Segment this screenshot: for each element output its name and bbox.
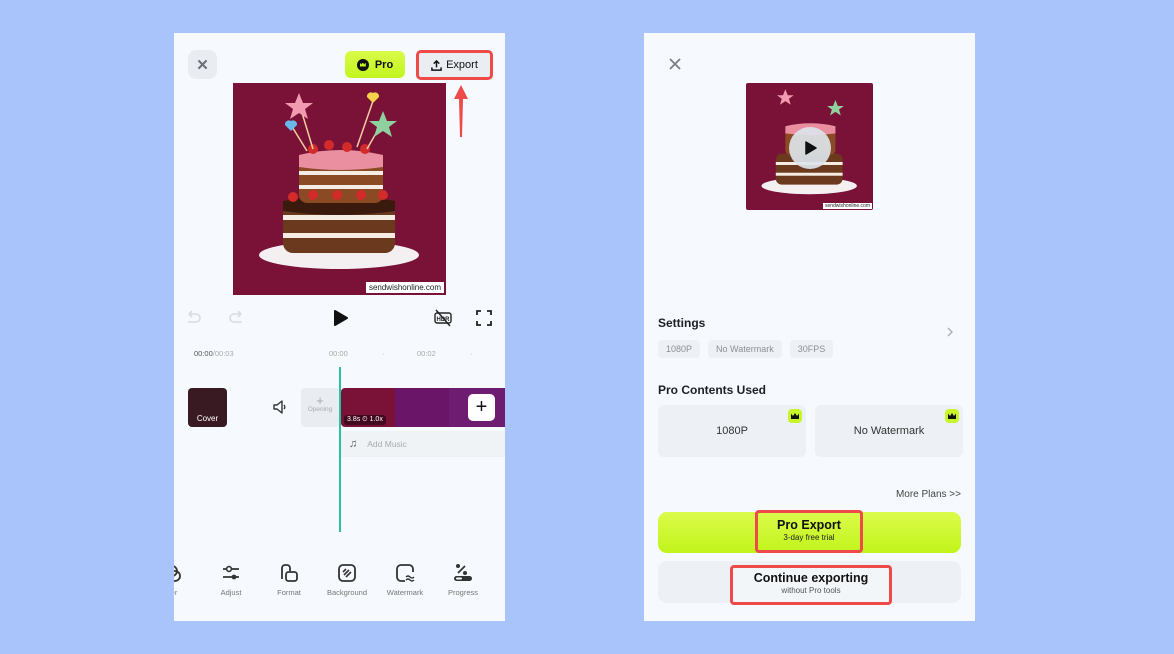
annotation-arrow-icon [454,85,468,137]
export-label: Export [446,59,478,71]
timeline-tick: 00:00 [329,349,348,358]
continue-subtitle: without Pro tools [781,586,841,595]
music-note-icon: ♫ [349,438,358,450]
pro-button[interactable]: Pro [345,51,405,78]
toolbar-item-format[interactable]: Format [259,563,319,597]
continue-title: Continue exporting [753,571,869,585]
pro-content-label: No Watermark [853,425,925,437]
play-button[interactable] [789,127,831,169]
fullscreen-icon[interactable] [475,309,493,327]
cover-label: Cover [196,414,219,423]
annotation-highlight: Continue exporting without Pro tools [730,565,892,605]
clip-duration: 3.8s [347,416,361,423]
plus-icon: + [475,396,488,418]
toolbar-label: Format [277,588,301,597]
crown-icon [945,409,959,423]
settings-chip-watermark[interactable]: No Watermark [708,340,782,358]
video-editor-panel: ✕ Pro Export sendwishonline.com HDR 00:0… [174,33,505,621]
clip-speed: 1.0x [369,416,383,423]
toolbar-label: Adjust [220,588,242,597]
close-button[interactable]: ✕ [188,50,217,79]
format-icon [281,564,298,582]
timeline-tick: · [382,349,385,358]
export-button[interactable]: Export [416,50,493,80]
plus-icon: + [316,393,324,408]
toolbar-item-progress[interactable]: Progress [433,563,493,597]
toolbar-item-filter[interactable]: er [174,563,204,597]
pro-label: Pro [374,58,394,71]
toolbar-label: Watermark [386,588,424,597]
add-music-label: Add Music [367,439,407,449]
toolbar-label: Background [326,588,368,597]
timecode: 00:00/00:03 [194,349,234,358]
pro-export-button[interactable]: Pro Export 3-day free trial [658,510,961,553]
volume-icon[interactable] [272,399,288,415]
undo-icon[interactable] [184,309,202,327]
add-opening-button[interactable]: + Opening [301,388,339,427]
timeline-tick: · [470,349,473,358]
sliders-icon [223,565,239,580]
pro-content-label: 1080P [716,425,748,437]
play-icon [805,141,817,155]
hdr-off-icon[interactable]: HDR [434,309,452,327]
export-options-panel: sendwishonline.com Settings 1080P No Wat… [644,33,975,621]
timeline-tick: 00:02 [417,349,436,358]
settings-chip-resolution[interactable]: 1080P [658,340,701,358]
toolbar-label: er [174,588,178,597]
settings-title: Settings [658,316,706,330]
play-icon[interactable] [331,309,349,327]
add-clip-button[interactable]: + [468,394,495,421]
filter-icon [174,565,181,582]
upload-icon [431,59,442,71]
progress-icon [454,564,472,581]
pro-content-card[interactable]: No Watermark [815,405,963,457]
pro-contents-list: 1080P No Watermark [658,405,963,457]
chevron-right-icon[interactable] [945,326,955,338]
opening-label: Opening [307,406,333,413]
pro-export-subtitle: 3-day free trial [783,533,835,542]
total-time: /00:03 [212,349,234,358]
settings-chips[interactable]: 1080P No Watermark 30FPS [658,340,834,358]
redo-icon[interactable] [228,309,246,327]
background-icon [338,564,356,582]
toolbar-item-background[interactable]: Background [317,563,377,597]
cover-button[interactable]: Cover [188,388,227,427]
video-preview[interactable]: sendwishonline.com [233,83,446,295]
clip-info-badge: 3.8s ⏲ 1.0x [344,415,386,425]
current-time: 00:00 [194,349,213,358]
toolbar-item-watermark[interactable]: Watermark [375,563,435,597]
crown-icon [788,409,802,423]
close-icon: ✕ [196,56,209,74]
preview-watermark: sendwishonline.com [365,282,444,293]
settings-chip-fps[interactable]: 30FPS [789,340,834,358]
pro-content-card[interactable]: 1080P [658,405,806,457]
watermark-icon [396,564,415,582]
toolbar-item-adjust[interactable]: Adjust [201,563,261,597]
video-thumbnail[interactable]: sendwishonline.com [746,83,873,210]
pro-export-title: Pro Export [777,518,841,532]
cake-image [259,92,419,269]
toolbar-label: Progress [447,588,478,597]
add-music-button[interactable]: ♫ Add Music [341,431,505,457]
more-plans-link[interactable]: More Plans >> [896,489,961,500]
crown-icon [356,58,369,71]
pro-contents-title: Pro Contents Used [658,383,767,397]
bottom-toolbar: er Adjust Format Background Watermark Pr… [174,563,505,603]
annotation-highlight: Pro Export 3-day free trial [755,510,863,553]
thumbnail-watermark: sendwishonline.com [822,203,872,209]
close-icon[interactable] [668,57,682,71]
continue-exporting-button[interactable]: Continue exporting without Pro tools [658,561,961,605]
